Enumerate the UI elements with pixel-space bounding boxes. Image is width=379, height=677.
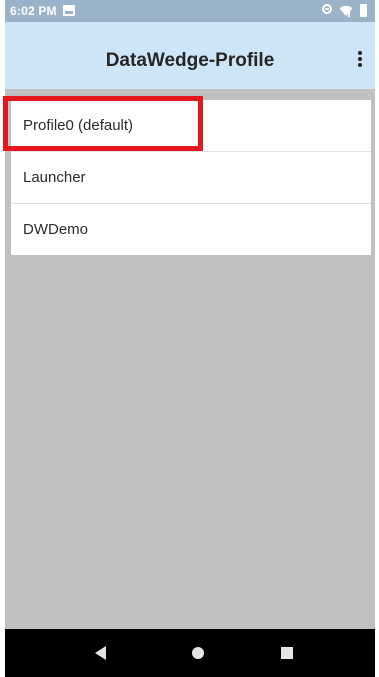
back-icon[interactable] bbox=[95, 646, 106, 660]
app-bar: DataWedge-Profile bbox=[5, 22, 375, 89]
overflow-menu-icon[interactable] bbox=[355, 50, 365, 70]
list-item-launcher[interactable]: Launcher bbox=[11, 152, 371, 204]
status-bar: 6:02 PM bbox=[5, 0, 375, 22]
app-title: DataWedge-Profile bbox=[105, 50, 275, 71]
profile-label: Profile0 (default) bbox=[23, 117, 134, 134]
status-time: 6:02 PM bbox=[10, 4, 57, 18]
battery-icon bbox=[360, 4, 367, 17]
list-item-profile0[interactable]: Profile0 (default) bbox=[11, 100, 371, 152]
notification-icon bbox=[63, 5, 75, 16]
recents-icon[interactable] bbox=[281, 647, 293, 659]
profile-label: DWDemo bbox=[23, 221, 89, 238]
profile-label: Launcher bbox=[23, 169, 86, 186]
home-icon[interactable] bbox=[192, 647, 204, 659]
nav-bar bbox=[5, 629, 375, 677]
list-item-dwdemo[interactable]: DWDemo bbox=[11, 204, 371, 255]
do-not-disturb-icon bbox=[322, 4, 332, 14]
wifi-icon bbox=[339, 5, 353, 17]
profile-list: Profile0 (default) Launcher DWDemo bbox=[11, 100, 371, 255]
